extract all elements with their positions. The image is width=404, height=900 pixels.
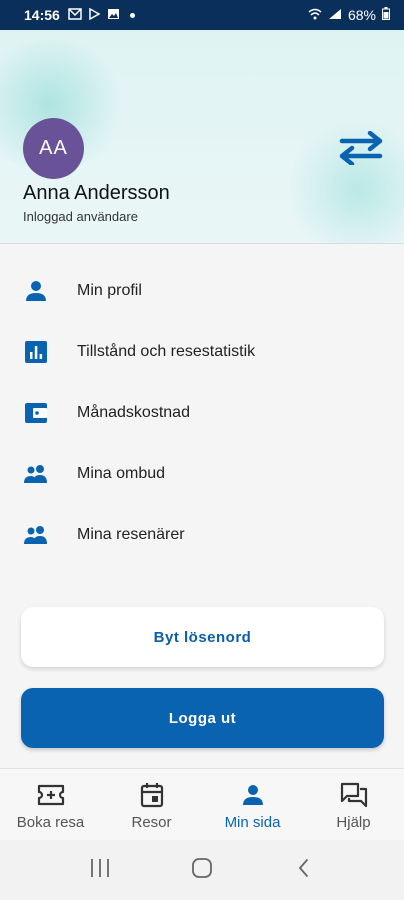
chat-icon <box>340 781 368 809</box>
bottom-nav: Boka resa Resor Min sida Hjälp <box>0 768 404 840</box>
tab-min-sida[interactable]: Min sida <box>202 769 303 840</box>
tab-resor[interactable]: Resor <box>101 769 202 840</box>
back-button[interactable] <box>293 857 315 884</box>
menu-item-label: Min profil <box>77 281 142 299</box>
ticket-plus-icon <box>37 781 65 809</box>
battery-percent: 68% <box>347 7 376 23</box>
switch-account-button[interactable] <box>336 130 386 170</box>
header-divider <box>0 243 404 244</box>
wallet-icon <box>23 400 49 426</box>
signal-icon <box>328 7 342 23</box>
menu-item-label: Mina ombud <box>77 464 166 482</box>
status-left: 14:56 <box>24 7 135 23</box>
system-nav-bar <box>0 840 404 900</box>
home-button[interactable] <box>190 856 214 885</box>
people-icon <box>23 522 49 548</box>
menu-item-label: Mina resenärer <box>77 525 185 543</box>
person-icon <box>241 781 265 809</box>
menu-item-mina-resenarer[interactable]: Mina resenärer <box>0 504 404 565</box>
wifi-icon <box>308 7 322 23</box>
image-icon <box>107 7 120 23</box>
avatar: AA <box>23 118 84 179</box>
menu-list: Min profil Tillstånd och resestatistik M… <box>0 260 404 565</box>
menu-item-min-profil[interactable]: Min profil <box>0 260 404 321</box>
play-icon <box>88 7 101 23</box>
people-icon <box>23 461 49 487</box>
tab-label: Min sida <box>224 814 281 831</box>
user-role: Inloggad användare <box>23 209 138 224</box>
tab-label: Hjälp <box>336 814 371 831</box>
menu-item-tillstand[interactable]: Tillstånd och resestatistik <box>0 321 404 382</box>
status-right: 68% <box>308 7 390 23</box>
menu-item-label: Månadskostnad <box>77 403 190 421</box>
person-icon <box>23 278 49 304</box>
menu-item-mina-ombud[interactable]: Mina ombud <box>0 443 404 504</box>
user-name: Anna Andersson <box>23 182 170 204</box>
recent-apps-button[interactable] <box>89 857 111 884</box>
bar-chart-icon <box>23 339 49 365</box>
logout-button[interactable]: Logga ut <box>21 688 384 748</box>
status-bar: 14:56 68% <box>0 0 404 30</box>
tab-label: Boka resa <box>16 814 85 831</box>
tab-hjalp[interactable]: Hjälp <box>303 769 404 840</box>
tab-label: Resor <box>131 814 172 831</box>
menu-item-label: Tillstånd och resestatistik <box>77 342 256 360</box>
mail-icon <box>68 7 82 23</box>
profile-header: AA Anna Andersson Inloggad användare <box>0 30 404 244</box>
battery-icon <box>382 7 390 23</box>
tab-boka-resa[interactable]: Boka resa <box>0 769 101 840</box>
menu-item-manadskostnad[interactable]: Månadskostnad <box>0 382 404 443</box>
swap-arrows-icon <box>338 130 384 170</box>
notification-dot-icon <box>129 12 135 18</box>
calendar-icon <box>140 781 164 809</box>
status-time: 14:56 <box>24 7 60 23</box>
change-password-button[interactable]: Byt lösenord <box>21 607 384 667</box>
